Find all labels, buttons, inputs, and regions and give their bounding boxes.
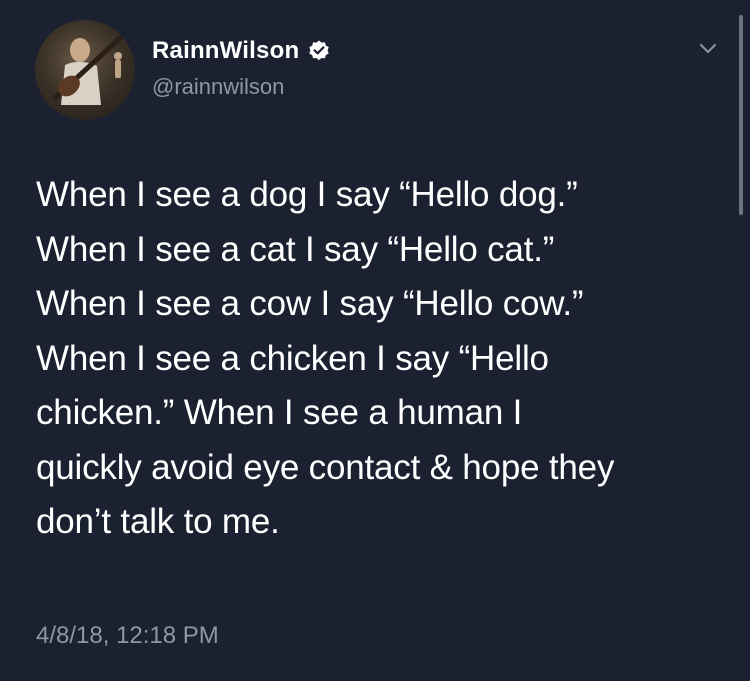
tweet-timestamp[interactable]: 4/8/18, 12:18 PM xyxy=(36,622,219,650)
tweet-text: When I see a dog I say “Hello dog.” When… xyxy=(36,175,615,541)
verified-badge-icon xyxy=(307,39,331,63)
user-handle[interactable]: @rainnwilson xyxy=(152,74,284,100)
scrollbar[interactable] xyxy=(739,15,743,215)
user-avatar[interactable] xyxy=(35,20,135,120)
tweet-card: RainnWilson @rainnwilson When I see a do… xyxy=(0,0,750,681)
display-name[interactable]: RainnWilson xyxy=(152,37,299,65)
avatar-photo-icon xyxy=(52,35,123,105)
display-name-row: RainnWilson xyxy=(152,35,331,67)
chevron-down-icon[interactable] xyxy=(696,36,720,60)
